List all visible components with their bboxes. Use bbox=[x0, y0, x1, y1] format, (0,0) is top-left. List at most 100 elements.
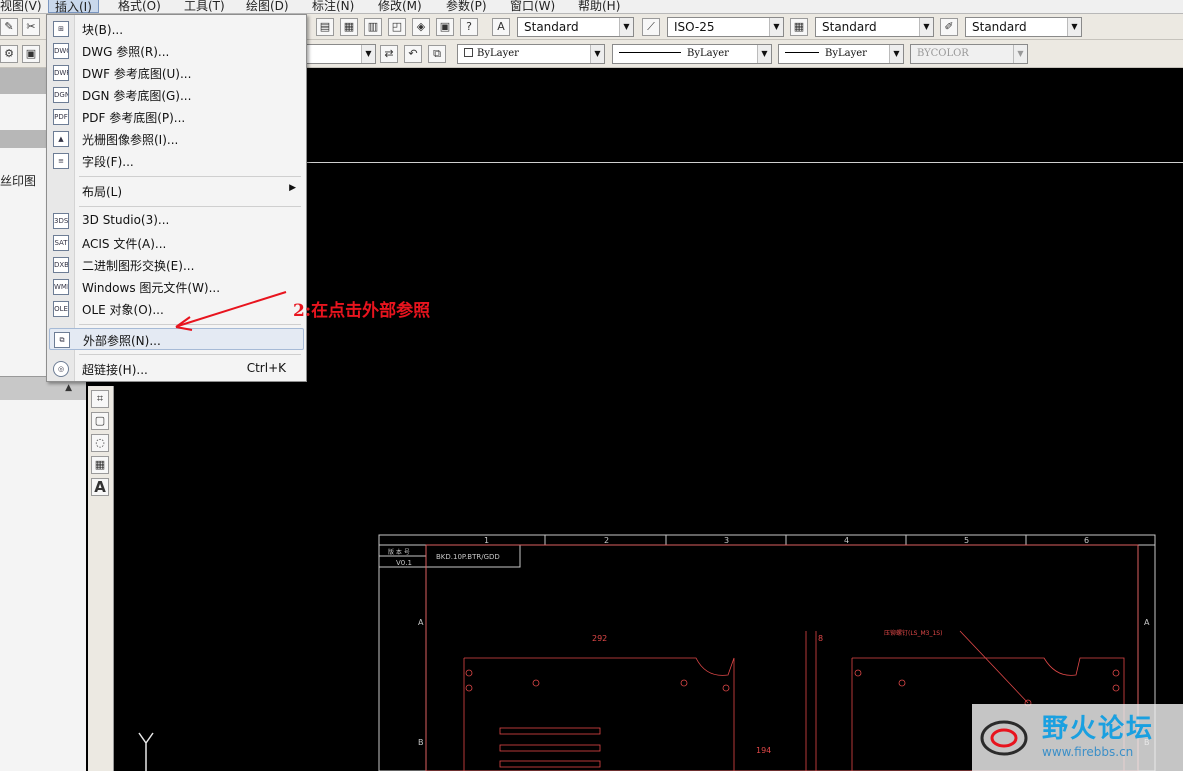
dimension-text: 292 bbox=[592, 634, 607, 643]
menu-tools[interactable]: 工具(T) bbox=[184, 0, 225, 13]
menu-item-raster-image[interactable]: ▲ 光栅图像参照(I)... bbox=[49, 128, 304, 150]
table-style-icon[interactable]: ▦ bbox=[790, 18, 808, 36]
chevron-down-icon: ▼ bbox=[619, 18, 633, 36]
color-value: ByLayer bbox=[477, 48, 519, 59]
lineweight-preview bbox=[785, 52, 819, 53]
menu-view[interactable]: 视图(V) bbox=[0, 0, 42, 13]
sheet-set-icon[interactable]: ◰ bbox=[388, 18, 406, 36]
menu-item-dwg-reference[interactable]: DWG DWG 参照(R)... bbox=[49, 40, 304, 62]
row-letter: B bbox=[418, 738, 424, 747]
chevron-down-icon: ▼ bbox=[361, 45, 375, 63]
dim-style-select[interactable]: ISO-25 ▼ bbox=[667, 17, 784, 37]
callout-leader bbox=[959, 630, 1029, 704]
cut-icon[interactable]: ✂ bbox=[22, 18, 40, 36]
menu-item-field[interactable]: ≡ 字段(F)... bbox=[49, 150, 304, 172]
properties-icon[interactable]: ▤ bbox=[316, 18, 334, 36]
ole-object-icon: OLE bbox=[53, 301, 69, 317]
menu-parametric[interactable]: 参数(P) bbox=[446, 0, 487, 13]
component-row bbox=[499, 727, 601, 735]
mounting-hole bbox=[465, 669, 473, 677]
watermark-url: www.firebbs.cn bbox=[1042, 745, 1134, 759]
text-style-select[interactable]: Standard ▼ bbox=[517, 17, 634, 37]
menu-item-label: PDF 参考底图(P)... bbox=[82, 111, 186, 125]
draw-toolbar: ⌗ ▢ ◌ ▦ A bbox=[88, 386, 114, 771]
menu-item-dxb[interactable]: DXB 二进制图形交换(E)... bbox=[49, 254, 304, 276]
mounting-hole bbox=[465, 684, 473, 692]
menu-help[interactable]: 帮助(H) bbox=[578, 0, 620, 13]
column-number: 1 bbox=[484, 536, 489, 545]
menu-item-label: DGN 参考底图(G)... bbox=[82, 89, 192, 103]
layer-walk-icon[interactable]: ⧉ bbox=[428, 45, 446, 63]
menu-item-block[interactable]: ⊞ 块(B)... bbox=[49, 18, 304, 40]
menu-modify[interactable]: 修改(M) bbox=[378, 0, 422, 13]
make-current-icon[interactable]: ⇄ bbox=[380, 45, 398, 63]
mounting-hole bbox=[898, 679, 906, 687]
menu-item-pdf-underlay[interactable]: PDF PDF 参考底图(P)... bbox=[49, 106, 304, 128]
design-center-icon[interactable]: ▦ bbox=[340, 18, 358, 36]
dxb-import-icon: DXB bbox=[53, 257, 69, 273]
text-style-value: Standard bbox=[524, 20, 579, 34]
mleader-style-icon[interactable]: ✐ bbox=[940, 18, 958, 36]
tool-palettes-icon[interactable]: ▥ bbox=[364, 18, 382, 36]
dim-style-value: ISO-25 bbox=[674, 20, 715, 34]
xref-palette-icon: ⧉ bbox=[54, 332, 70, 348]
plotstyle-select[interactable]: BYCOLOR ▼ bbox=[910, 44, 1028, 64]
mleader-style-value: Standard bbox=[972, 20, 1027, 34]
chevron-down-icon: ▼ bbox=[919, 18, 933, 36]
mounting-hole bbox=[532, 679, 540, 687]
palette-item-label[interactable]: 丝印图 bbox=[0, 172, 36, 189]
menu-item-layout[interactable]: 布局(L) ▶ bbox=[49, 180, 304, 202]
hyperlink-icon: ◎ bbox=[53, 361, 69, 377]
mtext-icon[interactable]: A bbox=[91, 478, 109, 496]
table-icon[interactable]: ▦ bbox=[91, 456, 109, 474]
menu-item-label: 字段(F)... bbox=[82, 155, 134, 169]
menu-insert[interactable]: 插入(I) bbox=[48, 0, 99, 13]
version-value: V0.1 bbox=[396, 559, 412, 567]
new-icon[interactable]: ✎ bbox=[0, 18, 18, 36]
markup-icon[interactable]: ◈ bbox=[412, 18, 430, 36]
watermark-logo-icon bbox=[980, 720, 1028, 756]
drawing-number: BKD.10P.BTR/GDD bbox=[436, 553, 500, 561]
menu-item-dwf-underlay[interactable]: DWF DWF 参考底图(U)... bbox=[49, 62, 304, 84]
menu-item-label: 二进制图形交换(E)... bbox=[82, 259, 195, 273]
arrow-shaft bbox=[177, 291, 287, 327]
menu-draw[interactable]: 绘图(D) bbox=[246, 0, 289, 13]
mleader-style-select[interactable]: Standard ▼ bbox=[965, 17, 1082, 37]
menu-item-acis[interactable]: SAT ACIS 文件(A)... bbox=[49, 232, 304, 254]
linetype-select[interactable]: ByLayer ▼ bbox=[612, 44, 772, 64]
lineweight-select[interactable]: ByLayer ▼ bbox=[778, 44, 904, 64]
layer-manager-icon[interactable]: ⚙ bbox=[0, 45, 18, 63]
color-swatch bbox=[464, 48, 473, 57]
column-number: 3 bbox=[724, 536, 729, 545]
color-select[interactable]: ByLayer ▼ bbox=[457, 44, 605, 64]
layer-state-icon[interactable]: ▣ bbox=[22, 45, 40, 63]
text-style-icon[interactable]: A bbox=[492, 18, 510, 36]
menu-item-dgn-underlay[interactable]: DGN DGN 参考底图(G)... bbox=[49, 84, 304, 106]
collapse-up-icon[interactable]: ▲ bbox=[65, 383, 72, 393]
menu-item-label: 块(B)... bbox=[82, 23, 124, 37]
menu-item-label: ACIS 文件(A)... bbox=[82, 237, 167, 251]
menu-item-3d-studio[interactable]: 3DS 3D Studio(3)... bbox=[49, 210, 304, 232]
wipeout-icon[interactable]: ▢ bbox=[91, 412, 109, 430]
menu-format[interactable]: 格式(O) bbox=[118, 0, 161, 13]
region-icon[interactable]: ⌗ bbox=[91, 390, 109, 408]
callout-text: 压铆螺钉(LS_M3_1S) bbox=[884, 629, 942, 637]
menu-dimension[interactable]: 标注(N) bbox=[312, 0, 354, 13]
menu-item-hyperlink[interactable]: ◎ 超链接(H)... Ctrl+K bbox=[49, 358, 304, 380]
menu-window[interactable]: 窗口(W) bbox=[510, 0, 555, 13]
row-letter: A bbox=[1144, 618, 1150, 627]
help-icon[interactable]: ? bbox=[460, 18, 478, 36]
block-icon: ⊞ bbox=[53, 21, 69, 37]
mounting-hole bbox=[854, 669, 862, 677]
revcloud-icon[interactable]: ◌ bbox=[91, 434, 109, 452]
annotation-note: 2:在点击外部参照 bbox=[293, 301, 431, 321]
table-style-select[interactable]: Standard ▼ bbox=[815, 17, 934, 37]
linetype-value: ByLayer bbox=[687, 48, 729, 59]
layer-previous-icon[interactable]: ↶ bbox=[404, 45, 422, 63]
dim-style-icon[interactable]: ⟋ bbox=[642, 18, 660, 36]
calculator-icon[interactable]: ▣ bbox=[436, 18, 454, 36]
layer-select[interactable]: ▼ bbox=[306, 44, 376, 64]
chevron-down-icon: ▼ bbox=[769, 18, 783, 36]
field-icon: ≡ bbox=[53, 153, 69, 169]
menu-separator bbox=[79, 176, 301, 177]
